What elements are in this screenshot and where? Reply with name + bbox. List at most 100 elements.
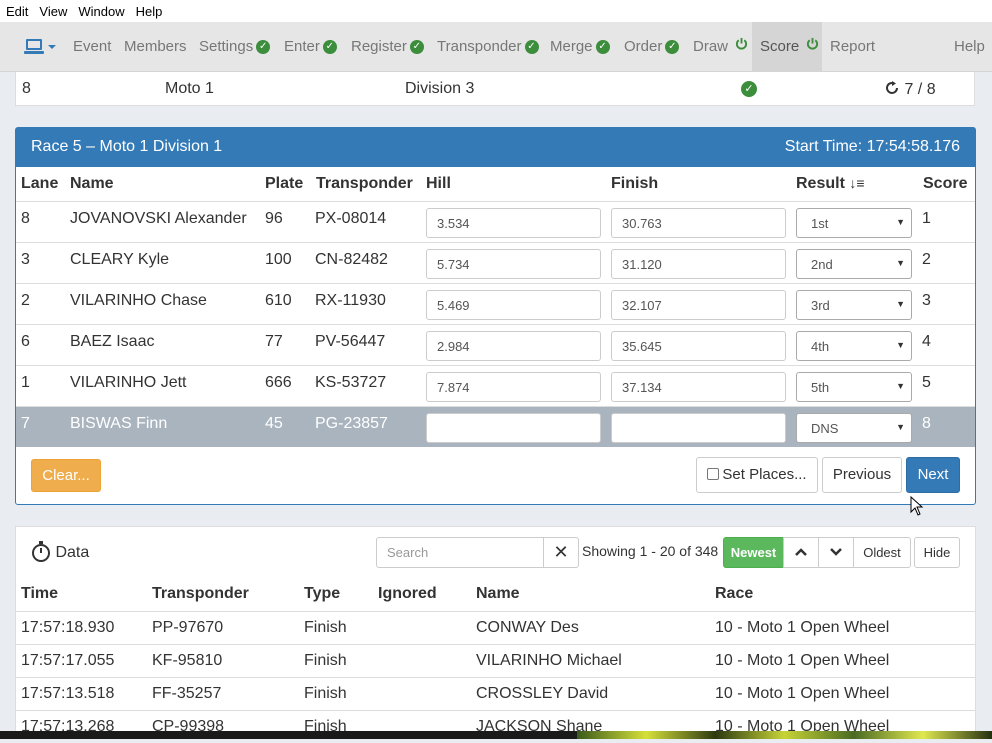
data-col-type[interactable]: Type <box>304 585 340 603</box>
nav-event[interactable]: Event <box>73 22 111 72</box>
lane: 2 <box>21 292 30 309</box>
hill-input[interactable]: 7.874 <box>426 372 601 402</box>
transponder: CN-82482 <box>315 251 388 268</box>
menu-view[interactable]: View <box>39 4 67 19</box>
race: 10 - Moto 1 Open Wheel <box>715 652 890 669</box>
plate: 45 <box>265 415 283 432</box>
laptop-menu-icon[interactable] <box>24 38 58 58</box>
transponder: PV-56447 <box>315 333 386 350</box>
set-places-checkbox[interactable] <box>707 468 720 480</box>
menu-window[interactable]: Window <box>78 4 124 19</box>
race-row[interactable]: 2 VILARINHO Chase 610 RX-11930 5.469 32.107 3r… <box>16 283 975 324</box>
set-places-button[interactable]: Set Places... <box>696 457 818 493</box>
taskbar <box>0 731 992 739</box>
col-hill[interactable]: Hill <box>426 175 451 193</box>
finish-input[interactable]: 37.134 <box>611 372 786 402</box>
name: CONWAY Des <box>476 619 579 636</box>
nav-members[interactable]: Members <box>124 22 187 72</box>
data-row[interactable]: 17:57:17.055 KF-95810 Finish VILARINHO Mich… <box>16 644 975 677</box>
time: 17:57:17.055 <box>21 652 115 669</box>
clear-search-icon[interactable]: ✕ <box>543 537 579 568</box>
race-division: Division 3 <box>405 80 475 97</box>
data-search-input[interactable]: Search <box>376 537 544 568</box>
data-row[interactable]: 17:57:18.930 PP-97670 Finish CONWAY Des 10 -… <box>16 611 975 644</box>
col-lane[interactable]: Lane <box>21 175 58 193</box>
race-row[interactable]: 3 CLEARY Kyle 100 CN-82482 5.734 31.120 2nd ▼ 2 <box>16 242 975 283</box>
result-select[interactable]: 1st ▼ <box>796 208 912 238</box>
type: Finish <box>304 652 347 669</box>
nav-draw-label: Draw <box>693 38 729 55</box>
race-row[interactable]: 8 JOVANOVSKI Alexander 96 PX-08014 3.534 30.7… <box>16 201 975 242</box>
finish-input[interactable]: 32.107 <box>611 290 786 320</box>
score: 4 <box>922 333 931 350</box>
menu-edit[interactable]: Edit <box>6 4 28 19</box>
finish-input[interactable]: 30.763 <box>611 208 786 238</box>
nav-register[interactable]: Register ✓ <box>351 22 424 72</box>
data-col-name[interactable]: Name <box>476 585 520 603</box>
menu-bar: Edit View Window Help <box>0 0 992 22</box>
data-panel: Data Search ✕ Showing 1 - 20 of 348 Newe… <box>15 526 976 739</box>
clear-button[interactable]: Clear... <box>31 459 101 492</box>
menu-help[interactable]: Help <box>136 4 163 19</box>
result-select[interactable]: 3rd ▼ <box>796 290 912 320</box>
col-transponder[interactable]: Transponder <box>316 175 413 193</box>
nav-score[interactable]: Score <box>752 22 822 72</box>
result-value: DNS <box>811 421 839 436</box>
plate: 77 <box>265 333 283 350</box>
result-select[interactable]: 4th ▼ <box>796 331 912 361</box>
col-finish[interactable]: Finish <box>611 175 658 193</box>
check-icon: ✓ <box>409 40 424 54</box>
set-places-label: Set Places... <box>722 466 807 483</box>
hill-input[interactable]: 2.984 <box>426 331 601 361</box>
name: VILARINHO Michael <box>476 652 622 669</box>
rider-name: VILARINHO Jett <box>70 374 187 391</box>
data-col-ignored[interactable]: Ignored <box>378 585 437 603</box>
nav-settings[interactable]: Settings ✓ <box>199 22 271 72</box>
transponder: RX-11930 <box>315 292 386 309</box>
previous-race-row[interactable]: 8 Moto 1 Division 3 ✓ 7 / 8 <box>15 72 975 106</box>
data-col-transponder[interactable]: Transponder <box>152 585 249 603</box>
chevron-up-icon[interactable] <box>783 537 819 568</box>
newest-button[interactable]: Newest <box>723 537 784 568</box>
hill-input[interactable]: 5.469 <box>426 290 601 320</box>
nav-merge[interactable]: Merge ✓ <box>550 22 610 72</box>
dropdown-arrow-icon: ▼ <box>896 340 905 350</box>
nav-report[interactable]: Report <box>830 22 875 72</box>
race-panel-header: Race 5 – Moto 1 Division 1 Start Time: 1… <box>16 128 975 167</box>
score: 5 <box>922 374 931 391</box>
time: 17:57:13.518 <box>21 685 115 702</box>
oldest-button[interactable]: Oldest <box>853 537 911 568</box>
nav-draw[interactable]: Draw <box>693 22 748 72</box>
hill-input[interactable]: 3.534 <box>426 208 601 238</box>
hill-input[interactable] <box>426 413 601 443</box>
nav-order[interactable]: Order ✓ <box>624 22 680 72</box>
finish-input[interactable]: 31.120 <box>611 249 786 279</box>
result-select[interactable]: DNS ▼ <box>796 413 912 443</box>
chevron-down-icon[interactable] <box>818 537 854 568</box>
race-row[interactable]: 6 BAEZ Isaac 77 PV-56447 2.984 35.645 4th ▼ 4 <box>16 324 975 365</box>
col-name[interactable]: Name <box>70 175 114 193</box>
plate: 96 <box>265 210 283 227</box>
finish-input[interactable]: 35.645 <box>611 331 786 361</box>
lane: 1 <box>21 374 30 391</box>
nav-help[interactable]: Help <box>954 22 985 72</box>
hide-button[interactable]: Hide <box>914 537 960 568</box>
nav-transponder[interactable]: Transponder ✓ <box>437 22 539 72</box>
race-row[interactable]: 7 BISWAS Finn 45 PG-23857 DNS ▼ 8 <box>16 406 975 447</box>
hill-input[interactable]: 5.734 <box>426 249 601 279</box>
data-col-race[interactable]: Race <box>715 585 753 603</box>
result-select[interactable]: 5th ▼ <box>796 372 912 402</box>
result-select[interactable]: 2nd ▼ <box>796 249 912 279</box>
data-row[interactable]: 17:57:13.518 FF-35257 Finish CROSSLEY David… <box>16 677 975 710</box>
nav-merge-label: Merge <box>550 38 593 55</box>
next-button[interactable]: Next <box>906 457 960 493</box>
data-col-time[interactable]: Time <box>21 585 58 603</box>
col-score[interactable]: Score <box>923 175 967 193</box>
col-result[interactable]: Result ↓≡ <box>796 175 865 193</box>
nav-enter[interactable]: Enter ✓ <box>284 22 337 72</box>
finish-input[interactable] <box>611 413 786 443</box>
previous-button[interactable]: Previous <box>822 457 902 493</box>
col-plate[interactable]: Plate <box>265 175 303 193</box>
result-value: 1st <box>811 216 829 231</box>
race-row[interactable]: 1 VILARINHO Jett 666 KS-53727 7.874 37.134 5th… <box>16 365 975 406</box>
